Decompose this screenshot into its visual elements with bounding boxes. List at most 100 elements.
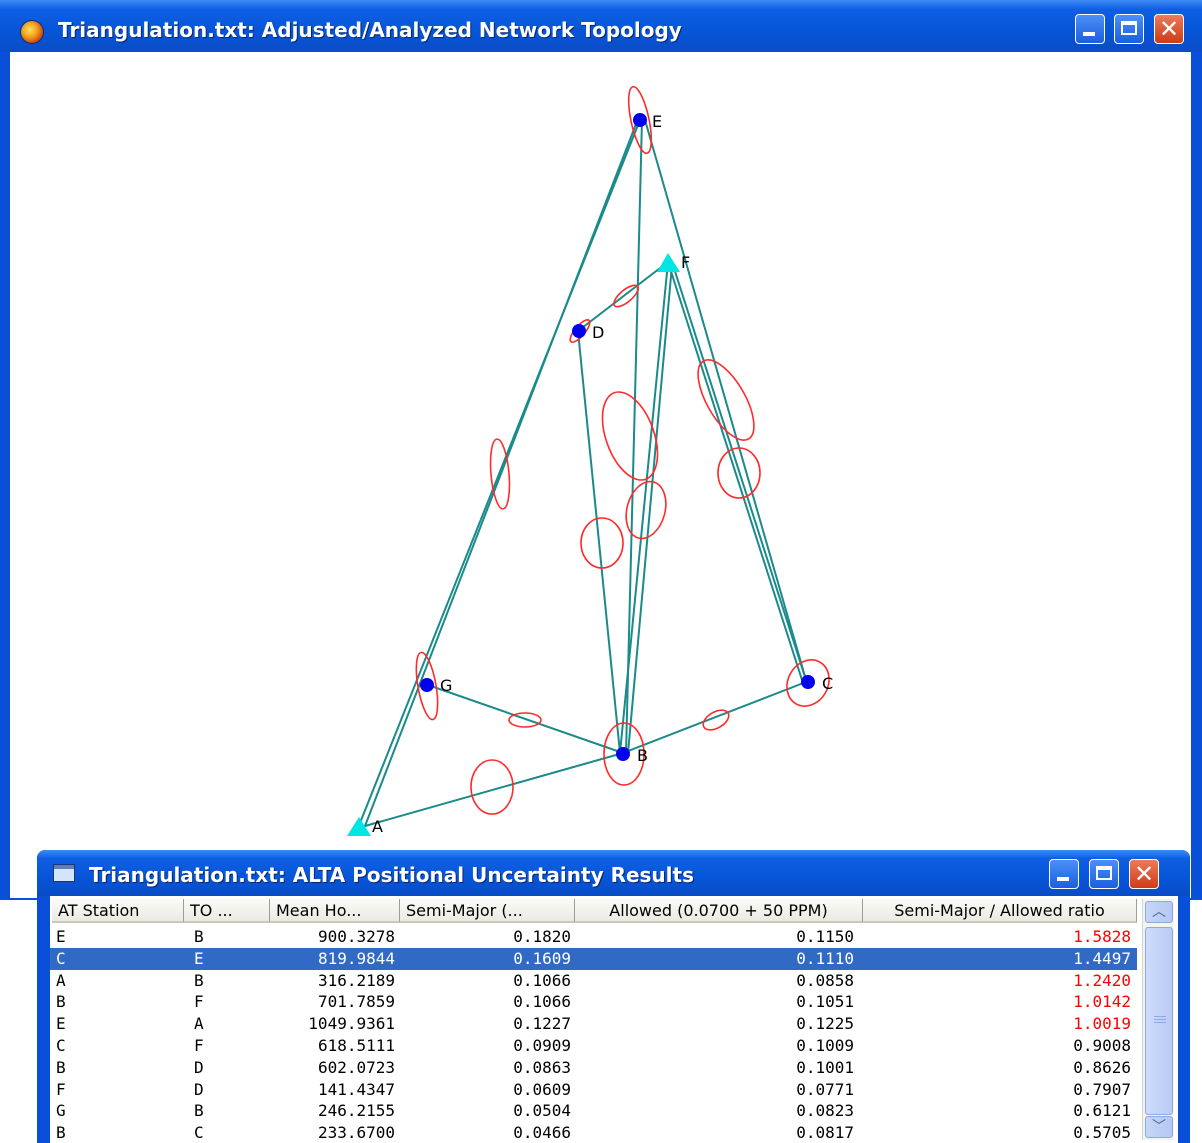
results-close-button[interactable]: ✕ <box>1129 859 1159 889</box>
station-G-marker[interactable] <box>420 678 434 692</box>
table-row[interactable]: C E 819.9844 0.1609 0.1110 1.4497 <box>50 947 1137 970</box>
table-row[interactable]: B D 602.0723 0.0863 0.1001 0.8626 <box>50 1057 1137 1079</box>
cell-mean: 233.6700 <box>317 1123 395 1143</box>
station-G-label: G <box>440 676 452 695</box>
cell-to: E <box>194 948 204 968</box>
minimize-icon <box>1083 32 1095 36</box>
cell-mean: 618.5111 <box>317 1035 395 1055</box>
cell-semi: 0.1227 <box>513 1014 571 1034</box>
scroll-down-button[interactable]: ﹀ <box>1145 1116 1173 1138</box>
ellipse-G-B <box>508 712 542 728</box>
line-A-B <box>357 752 624 829</box>
column-header-ratio[interactable]: Semi-Major / Allowed ratio <box>863 899 1137 923</box>
line-E-A <box>357 119 641 829</box>
cell-at: E <box>56 927 66 946</box>
ellipse-A-B <box>470 759 514 815</box>
cell-to: A <box>194 1014 204 1034</box>
topology-title-bar[interactable]: Triangulation.txt: Adjusted/Analyzed Net… <box>0 0 1202 52</box>
cell-at: C <box>56 948 66 968</box>
results-minimize-button[interactable] <box>1049 859 1079 889</box>
cell-semi: 0.1609 <box>513 948 571 968</box>
station-B-marker[interactable] <box>616 747 630 761</box>
cell-at: F <box>56 1079 66 1099</box>
document-icon[interactable] <box>53 864 75 882</box>
cell-ratio: 1.2420 <box>1073 970 1131 990</box>
topology-canvas-area: E F D G C B A <box>10 52 1191 898</box>
vertical-scrollbar[interactable]: ︿ ﹀ <box>1142 899 1174 1140</box>
network-topology-canvas: E F D G C B A <box>347 85 833 836</box>
chevron-up-icon: ︿ <box>1152 904 1166 920</box>
cell-mean: 701.7859 <box>317 992 395 1012</box>
cell-mean: 316.2189 <box>317 970 395 990</box>
cell-ratio: 0.6121 <box>1073 1101 1131 1121</box>
table-row[interactable]: A B 316.2189 0.1066 0.0858 1.2420 <box>50 970 1137 992</box>
cell-allowed: 0.1001 <box>796 1057 854 1077</box>
line-F-D <box>577 261 669 332</box>
cell-allowed: 0.1225 <box>796 1014 854 1034</box>
table-row[interactable]: B F 701.7859 0.1066 0.1051 1.0142 <box>50 991 1137 1013</box>
column-header-allowed[interactable]: Allowed (0.0700 + 50 PPM) <box>575 899 863 923</box>
table-row[interactable]: B C 233.6700 0.0466 0.0817 0.5705 <box>50 1122 1137 1143</box>
minimize-icon <box>1057 877 1069 881</box>
cell-at: B <box>56 1123 66 1143</box>
cell-to: D <box>194 1057 204 1077</box>
column-header-at-station[interactable]: AT Station <box>52 899 184 923</box>
line-F-C <box>667 261 803 681</box>
results-table-area: AT Station TO ... Mean Ho... Semi-Major … <box>50 896 1178 1143</box>
cell-semi: 0.0609 <box>513 1079 571 1099</box>
cell-allowed: 0.0823 <box>796 1101 854 1121</box>
results-title-bar[interactable]: Triangulation.txt: ALTA Positional Uncer… <box>37 850 1190 896</box>
cell-ratio: 1.0019 <box>1073 1014 1131 1034</box>
station-B-label: B <box>637 746 648 765</box>
table-header: AT Station TO ... Mean Ho... Semi-Major … <box>52 899 1137 923</box>
maximize-icon <box>1121 21 1137 35</box>
scroll-thumb[interactable] <box>1145 927 1173 1115</box>
table-row[interactable]: G B 246.2155 0.0504 0.0823 0.6121 <box>50 1100 1137 1122</box>
cell-allowed: 0.1051 <box>796 992 854 1012</box>
cell-to: F <box>194 1035 204 1055</box>
cell-at: E <box>56 1014 66 1034</box>
scroll-grip <box>1154 1016 1166 1017</box>
station-C-marker[interactable] <box>801 675 815 689</box>
cell-semi: 0.0863 <box>513 1057 571 1077</box>
close-icon: ✕ <box>1158 15 1180 43</box>
column-header-to-station[interactable]: TO ... <box>184 899 270 923</box>
maximize-button[interactable] <box>1114 14 1144 44</box>
close-button[interactable]: ✕ <box>1154 14 1184 44</box>
line-F-C-2 <box>671 261 807 681</box>
table-row[interactable]: F D 141.4347 0.0609 0.0771 0.7907 <box>50 1079 1137 1101</box>
scroll-up-button[interactable]: ︿ <box>1145 901 1173 923</box>
line-E-C <box>644 119 807 681</box>
cell-to: B <box>194 1101 204 1121</box>
column-header-mean-horizontal[interactable]: Mean Ho... <box>270 899 400 923</box>
table-row[interactable]: E A 1049.9361 0.1227 0.1225 1.0019 <box>50 1013 1137 1035</box>
results-maximize-button[interactable] <box>1089 859 1119 889</box>
cell-mean: 246.2155 <box>317 1101 395 1121</box>
cell-semi: 0.0909 <box>513 1035 571 1055</box>
station-F-control-marker[interactable] <box>657 253 680 272</box>
station-E-label: E <box>652 112 662 131</box>
cell-at: A <box>56 970 66 990</box>
cell-ratio: 0.7907 <box>1073 1079 1131 1099</box>
station-E-marker[interactable] <box>633 113 647 127</box>
cell-to: C <box>194 1123 204 1143</box>
ellipse-B-C <box>702 709 730 731</box>
cell-allowed: 0.0771 <box>796 1079 854 1099</box>
cell-ratio: 0.8626 <box>1073 1057 1131 1077</box>
cell-ratio: 0.9008 <box>1073 1035 1131 1055</box>
cell-ratio: 0.5705 <box>1073 1123 1131 1143</box>
station-F-label: F <box>681 253 690 272</box>
table-row[interactable]: C F 618.5111 0.0909 0.1009 0.9008 <box>50 1035 1137 1057</box>
minimize-button[interactable] <box>1075 14 1105 44</box>
app-globe-icon[interactable] <box>20 20 44 44</box>
table-row[interactable]: E B 900.3278 0.1820 0.1150 1.5828 <box>50 926 1137 948</box>
cell-allowed: 0.1110 <box>796 948 854 968</box>
station-D-marker[interactable] <box>572 324 586 338</box>
cell-mean: 602.0723 <box>317 1057 395 1077</box>
line-G-B <box>427 684 624 754</box>
cell-allowed: 0.1150 <box>796 927 854 946</box>
station-D-label: D <box>592 323 604 342</box>
cell-ratio: 1.5828 <box>1073 927 1131 946</box>
column-header-semi-major[interactable]: Semi-Major (... <box>400 899 575 923</box>
cell-at: G <box>56 1101 66 1121</box>
